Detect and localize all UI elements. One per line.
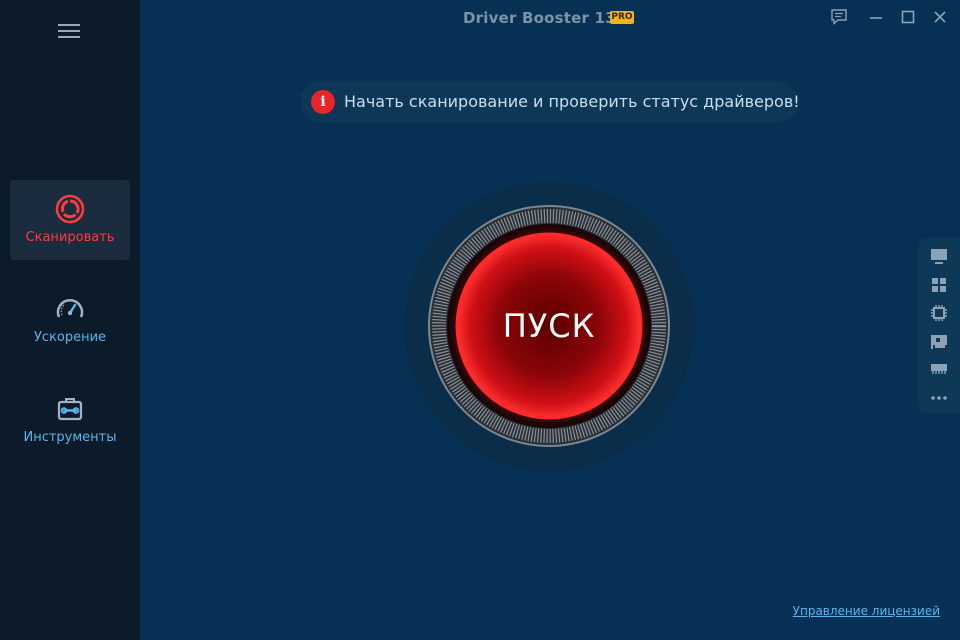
close-icon[interactable]: [931, 8, 949, 26]
scan-hint-banner: i Начать сканирование и проверить статус…: [300, 81, 800, 123]
cpu-icon[interactable]: [929, 303, 949, 323]
license-management-link[interactable]: Управление лицензией: [793, 604, 940, 618]
toolbox-icon: [57, 398, 83, 421]
app-title: Driver Booster 13: [463, 9, 616, 27]
feedback-icon[interactable]: [830, 8, 848, 26]
maximize-icon[interactable]: [899, 8, 917, 26]
device-panel: [918, 238, 960, 413]
hamburger-menu-icon[interactable]: [56, 21, 82, 41]
minimize-icon[interactable]: [867, 8, 885, 26]
sidebar-item-label: Сканировать: [25, 230, 115, 245]
memory-icon[interactable]: [929, 358, 949, 378]
sidebar-item-label: Ускорение: [33, 330, 107, 345]
info-icon: i: [311, 90, 335, 114]
scan-button-area: ПУСК: [404, 181, 694, 471]
monitor-icon[interactable]: [929, 246, 949, 266]
title-bar: Driver Booster 13 PRO: [140, 0, 960, 36]
network-card-icon[interactable]: [929, 331, 949, 351]
start-scan-button[interactable]: ПУСК: [453, 230, 645, 422]
start-scan-label: ПУСК: [502, 307, 596, 345]
sidebar-item-boost[interactable]: Ускорение: [10, 280, 130, 360]
sidebar-item-tools[interactable]: Инструменты: [10, 380, 130, 460]
app-window: Сканировать Ускорение Инструменты Driver…: [0, 0, 960, 640]
more-icon[interactable]: [929, 388, 949, 408]
speedometer-icon: [56, 299, 84, 318]
scan-icon: [55, 194, 85, 224]
pro-badge: PRO: [610, 11, 634, 24]
banner-text: Начать сканирование и проверить статус д…: [344, 92, 800, 111]
sidebar: Сканировать Ускорение Инструменты: [0, 0, 140, 640]
sidebar-item-scan[interactable]: Сканировать: [10, 180, 130, 260]
sidebar-item-label: Инструменты: [23, 430, 117, 445]
windows-icon[interactable]: [929, 275, 949, 295]
